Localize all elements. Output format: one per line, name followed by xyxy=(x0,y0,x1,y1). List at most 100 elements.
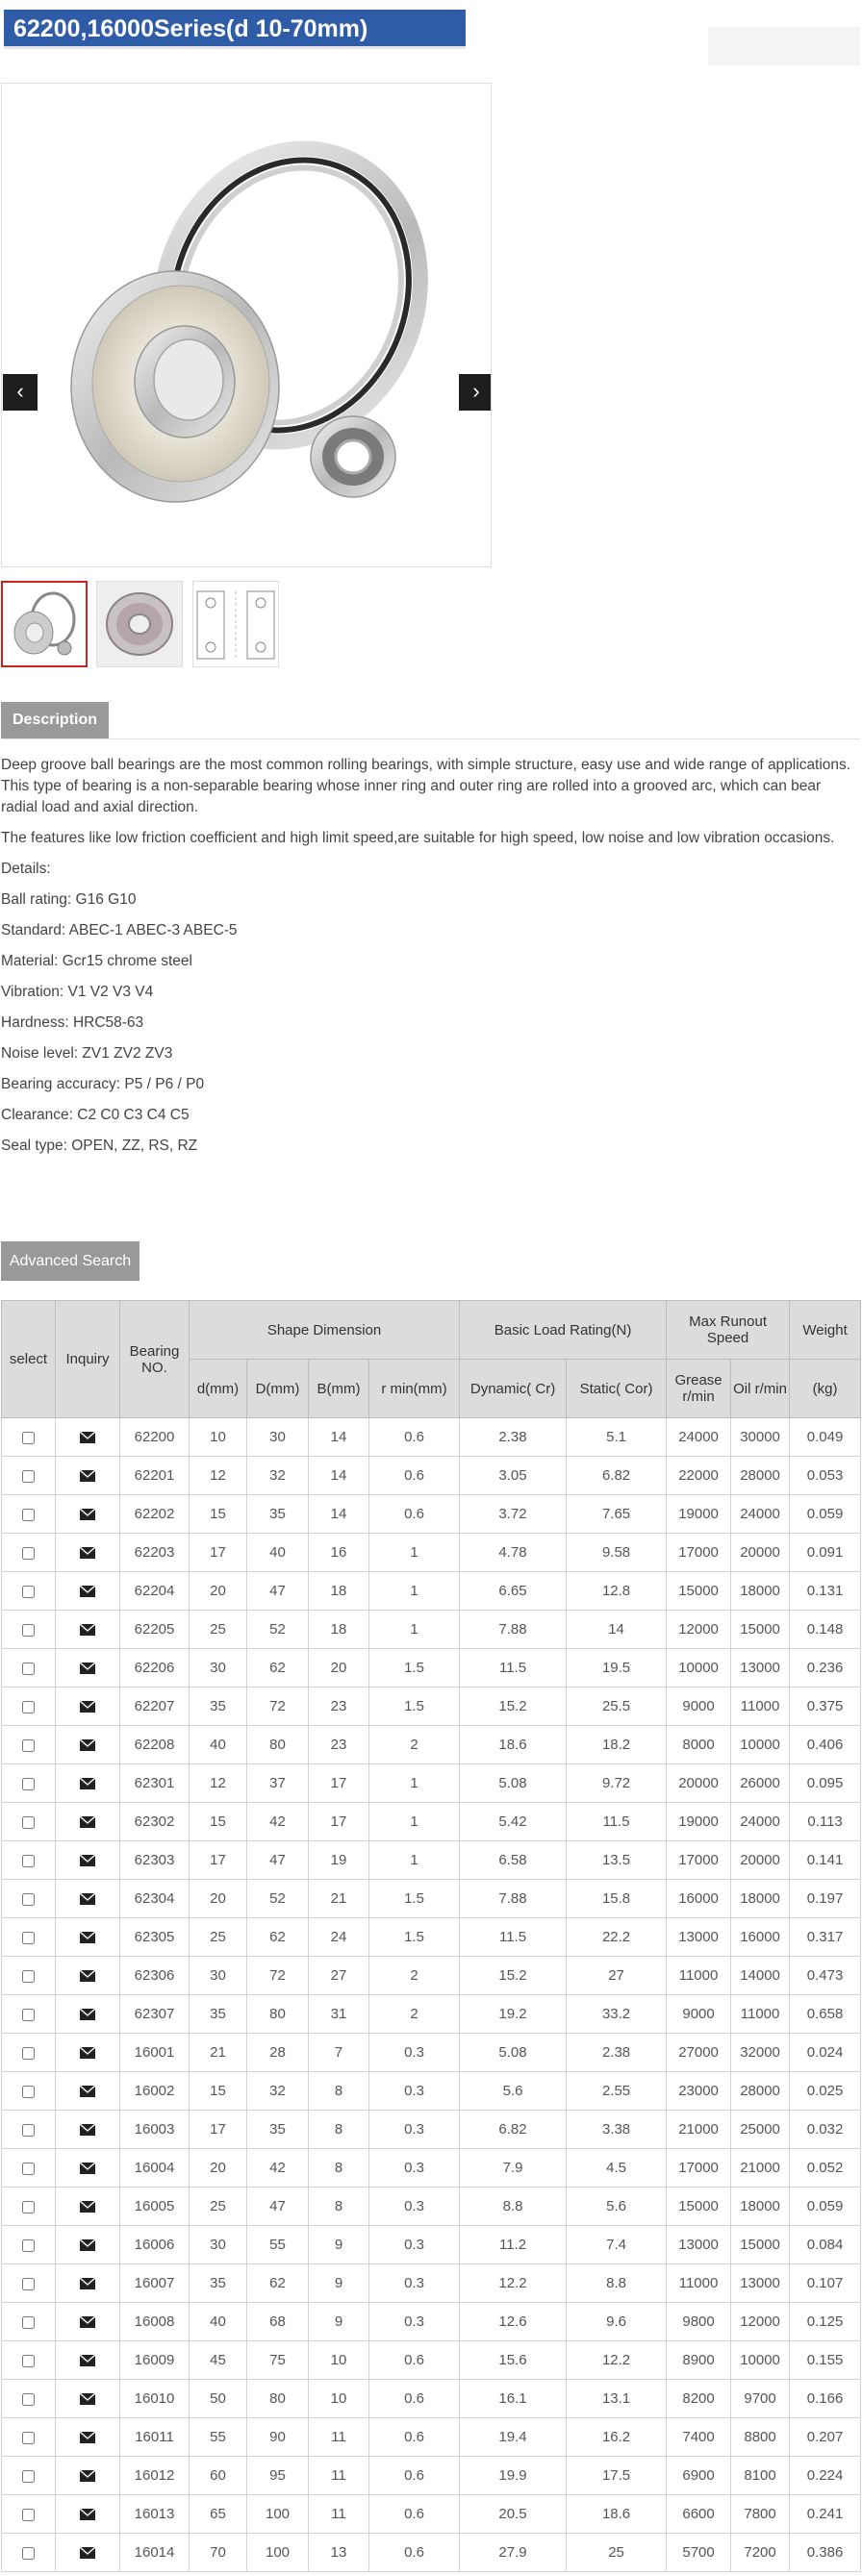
envelope-icon[interactable] xyxy=(80,2506,95,2522)
thumbnail-1[interactable] xyxy=(1,581,88,667)
inquiry-cell[interactable] xyxy=(55,2263,120,2303)
row-select-checkbox[interactable] xyxy=(22,1969,35,1983)
row-select-checkbox[interactable] xyxy=(22,1892,35,1906)
row-select-checkbox[interactable] xyxy=(22,1700,35,1713)
inquiry-cell[interactable] xyxy=(55,2417,120,2457)
envelope-icon[interactable] xyxy=(80,2083,95,2099)
row-select-checkbox[interactable] xyxy=(22,1931,35,1944)
inquiry-cell[interactable] xyxy=(55,1417,120,1457)
envelope-icon[interactable] xyxy=(80,2121,95,2138)
inquiry-cell[interactable] xyxy=(55,1763,120,1803)
envelope-icon[interactable] xyxy=(80,1544,95,1561)
envelope-icon[interactable] xyxy=(80,2275,95,2291)
envelope-icon[interactable] xyxy=(80,1429,95,1445)
row-select-checkbox[interactable] xyxy=(22,2354,35,2367)
thumbnail-2[interactable] xyxy=(96,581,183,667)
row-select-checkbox[interactable] xyxy=(22,1777,35,1790)
envelope-icon[interactable] xyxy=(80,2390,95,2407)
envelope-icon[interactable] xyxy=(80,2544,95,2561)
row-select-checkbox[interactable] xyxy=(22,2469,35,2483)
envelope-icon[interactable] xyxy=(80,2044,95,2061)
envelope-icon[interactable] xyxy=(80,2160,95,2176)
inquiry-cell[interactable] xyxy=(55,1610,120,1649)
row-select-checkbox[interactable] xyxy=(22,2200,35,2213)
inquiry-cell[interactable] xyxy=(55,2379,120,2418)
inquiry-cell[interactable] xyxy=(55,1687,120,1726)
tab-description[interactable]: Description xyxy=(1,702,110,738)
envelope-icon[interactable] xyxy=(80,1737,95,1753)
inquiry-cell[interactable] xyxy=(55,1533,120,1572)
envelope-icon[interactable] xyxy=(80,1813,95,1830)
inquiry-cell[interactable] xyxy=(55,1648,120,1688)
inquiry-cell[interactable] xyxy=(55,2494,120,2534)
row-select-checkbox[interactable] xyxy=(22,2315,35,2329)
inquiry-cell[interactable] xyxy=(55,1840,120,1880)
inquiry-cell[interactable] xyxy=(55,2302,120,2341)
envelope-icon[interactable] xyxy=(80,2198,95,2214)
inquiry-cell[interactable] xyxy=(55,2033,120,2072)
row-select-checkbox[interactable] xyxy=(22,1508,35,1521)
row-select-checkbox[interactable] xyxy=(22,1662,35,1675)
row-select-checkbox[interactable] xyxy=(22,1815,35,1829)
inquiry-cell[interactable] xyxy=(55,1725,120,1764)
inquiry-cell[interactable] xyxy=(55,1917,120,1957)
envelope-icon[interactable] xyxy=(80,1467,95,1484)
envelope-icon[interactable] xyxy=(80,1852,95,1868)
envelope-icon[interactable] xyxy=(80,1890,95,1907)
row-select-checkbox[interactable] xyxy=(22,1431,35,1444)
row-select-checkbox[interactable] xyxy=(22,2431,35,2444)
row-select-checkbox[interactable] xyxy=(22,1854,35,1867)
row-select-checkbox[interactable] xyxy=(22,2277,35,2290)
row-select-checkbox[interactable] xyxy=(22,2238,35,2252)
row-select-checkbox[interactable] xyxy=(22,1623,35,1637)
inquiry-cell[interactable] xyxy=(55,1494,120,1534)
cell-grease: 9000 xyxy=(666,1687,732,1726)
envelope-icon[interactable] xyxy=(80,2006,95,2022)
row-select-checkbox[interactable] xyxy=(22,1738,35,1752)
row-select-checkbox[interactable] xyxy=(22,1546,35,1560)
envelope-icon[interactable] xyxy=(80,1775,95,1791)
inquiry-cell[interactable] xyxy=(55,1456,120,1495)
envelope-icon[interactable] xyxy=(80,1506,95,1522)
row-select-checkbox[interactable] xyxy=(22,2508,35,2521)
row-select-checkbox[interactable] xyxy=(22,1585,35,1598)
row-select-checkbox[interactable] xyxy=(22,2008,35,2021)
inquiry-cell[interactable] xyxy=(55,1802,120,1841)
row-select-checkbox[interactable] xyxy=(22,2546,35,2560)
row-select-checkbox[interactable] xyxy=(22,2085,35,2098)
row-select-checkbox[interactable] xyxy=(22,2392,35,2406)
envelope-icon[interactable] xyxy=(80,1621,95,1638)
inquiry-cell[interactable] xyxy=(55,2148,120,2188)
row-select-checkbox[interactable] xyxy=(22,2123,35,2137)
envelope-icon[interactable] xyxy=(80,2429,95,2445)
inquiry-cell[interactable] xyxy=(55,1956,120,1995)
envelope-icon[interactable] xyxy=(80,2467,95,2484)
advanced-search-button[interactable]: Advanced Search xyxy=(1,1241,139,1281)
header-search-box[interactable] xyxy=(708,27,860,65)
envelope-icon[interactable] xyxy=(80,2237,95,2253)
envelope-icon[interactable] xyxy=(80,1698,95,1714)
gallery-prev-button[interactable]: ‹ xyxy=(3,374,38,411)
inquiry-cell[interactable] xyxy=(55,2456,120,2495)
envelope-icon[interactable] xyxy=(80,1583,95,1599)
envelope-icon[interactable] xyxy=(80,1967,95,1984)
inquiry-cell[interactable] xyxy=(55,1879,120,1918)
gallery-next-button[interactable]: › xyxy=(459,374,491,411)
row-select-checkbox[interactable] xyxy=(22,2162,35,2175)
inquiry-cell[interactable] xyxy=(55,2225,120,2264)
envelope-icon[interactable] xyxy=(80,2352,95,2368)
thumbnail-3[interactable] xyxy=(192,581,279,667)
row-select-checkbox[interactable] xyxy=(22,2046,35,2060)
cell-oil: 10000 xyxy=(730,2340,791,2380)
envelope-icon[interactable] xyxy=(80,2313,95,2330)
inquiry-cell[interactable] xyxy=(55,1994,120,2034)
inquiry-cell[interactable] xyxy=(55,1571,120,1611)
envelope-icon[interactable] xyxy=(80,1929,95,1945)
inquiry-cell[interactable] xyxy=(55,2071,120,2111)
inquiry-cell[interactable] xyxy=(55,2533,120,2572)
row-select-checkbox[interactable] xyxy=(22,1469,35,1483)
inquiry-cell[interactable] xyxy=(55,2110,120,2149)
envelope-icon[interactable] xyxy=(80,1660,95,1676)
inquiry-cell[interactable] xyxy=(55,2187,120,2226)
inquiry-cell[interactable] xyxy=(55,2340,120,2380)
